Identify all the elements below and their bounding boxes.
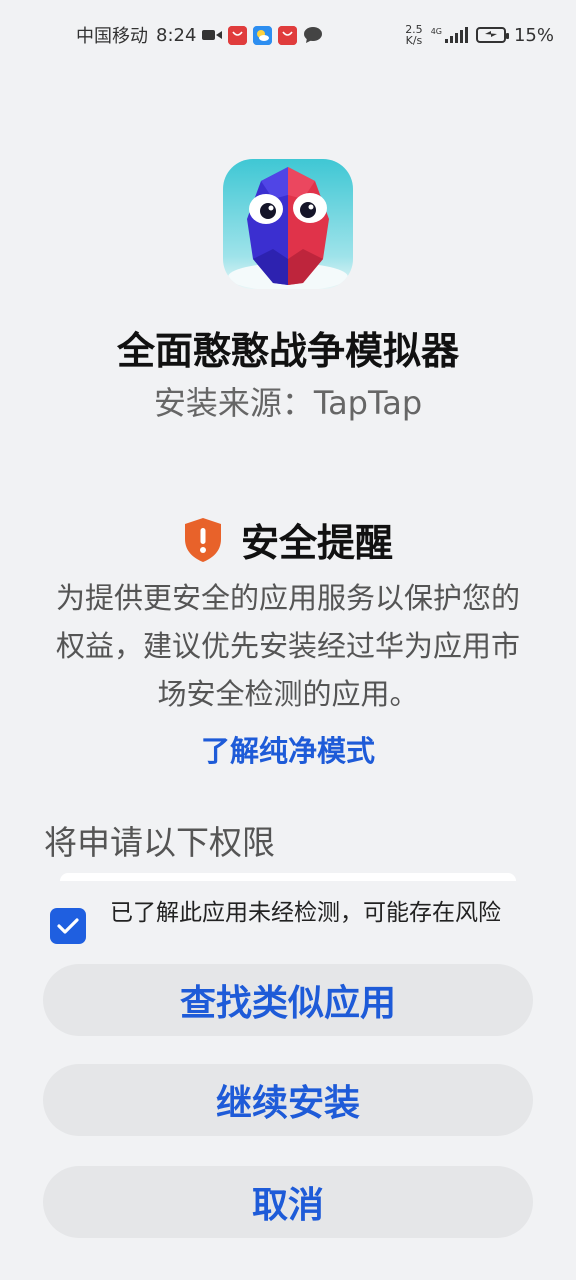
weather-icon xyxy=(253,25,273,45)
security-heading: 安全提醒 xyxy=(0,512,576,567)
find-similar-apps-button[interactable]: 查找类似应用 xyxy=(43,964,533,1036)
carrier-label: 中国移动 xyxy=(76,26,148,47)
huawei-appgallery-icon xyxy=(278,25,298,45)
network-type: 4G xyxy=(430,27,442,36)
clock: 8:24 xyxy=(156,24,197,46)
checkmark-icon xyxy=(57,918,79,934)
risk-acknowledgement-row[interactable]: 已了解此应用未经检测，可能存在风险 xyxy=(50,898,530,944)
security-message: 为提供更安全的应用服务以保护您的权益，建议优先安装经过华为应用市场安全检测的应用… xyxy=(55,581,520,711)
security-title: 安全提醒 xyxy=(240,521,393,565)
permissions-title: 将申请以下权限 xyxy=(44,823,275,862)
signal-strength-icon: 4G xyxy=(431,27,468,43)
continue-install-button[interactable]: 继续安装 xyxy=(43,1064,533,1136)
permissions-list-card[interactable] xyxy=(60,873,516,881)
charging-bolt-icon xyxy=(484,29,498,41)
risk-acknowledgement-text: 已了解此应用未经检测，可能存在风险 xyxy=(110,900,501,926)
huawei-appgallery-icon xyxy=(228,25,248,45)
status-bar-left: 中国移动 8:24 xyxy=(76,22,323,48)
battery-icon xyxy=(475,27,509,43)
blob-character-app-icon xyxy=(223,159,353,289)
network-speed: 2.5 K/s xyxy=(405,24,423,46)
video-camera-icon xyxy=(202,28,223,42)
battery-percent: 15% xyxy=(513,24,554,46)
chat-bubble-icon xyxy=(303,26,323,44)
cancel-button[interactable]: 取消 xyxy=(43,1166,533,1238)
learn-pure-mode-link[interactable]: 了解纯净模式 xyxy=(0,728,576,770)
status-bar-right: 2.5 K/s 4G 15% xyxy=(405,24,554,46)
shield-warning-icon xyxy=(184,517,221,562)
install-source: 安装来源：TapTap xyxy=(153,384,423,422)
network-speed-unit: K/s xyxy=(405,34,423,47)
app-name: 全面憨憨战争模拟器 xyxy=(116,329,459,373)
risk-acknowledgement-checkbox[interactable] xyxy=(50,908,86,944)
status-bar: 中国移动 8:24 2.5 K/s 4G 15% xyxy=(0,0,576,70)
install-confirmation-screen: 中国移动 8:24 2.5 K/s 4G 15% 全面憨憨战争模拟器 安装来源：… xyxy=(0,0,576,1280)
